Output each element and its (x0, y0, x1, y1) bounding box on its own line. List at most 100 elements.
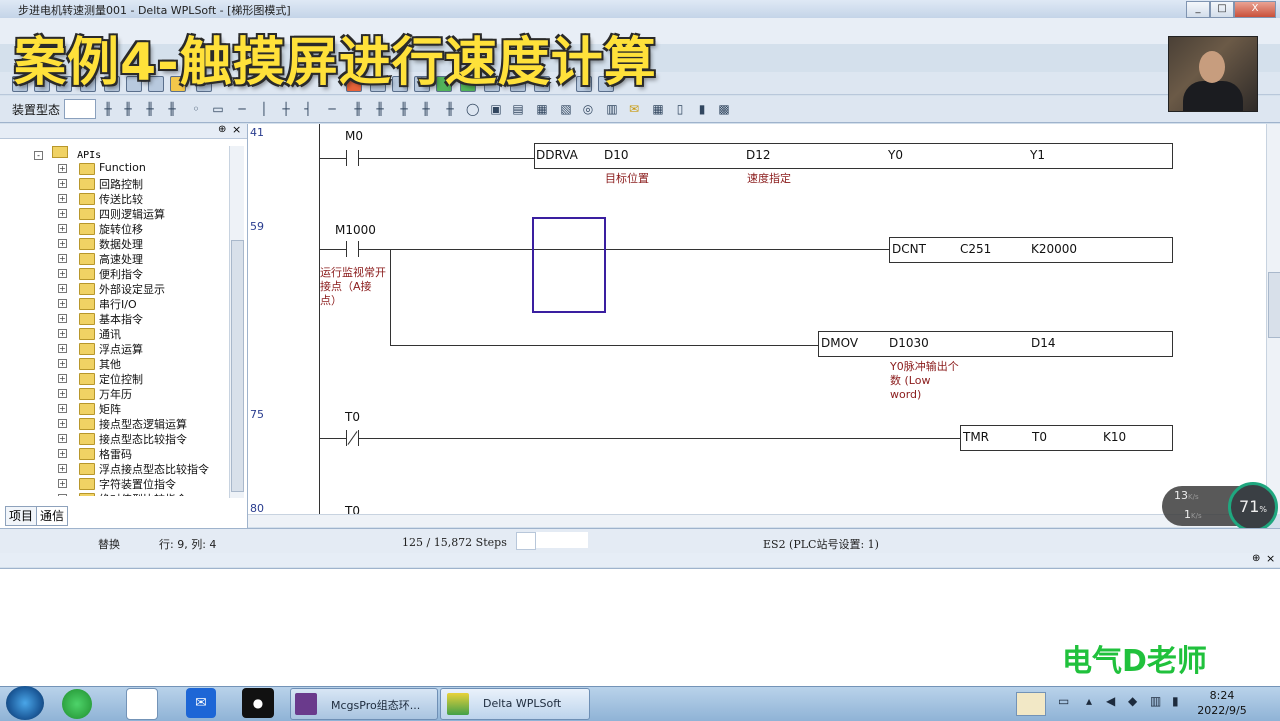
signal-icon[interactable]: ▮ (1172, 694, 1179, 708)
pin-icon[interactable]: ⊕ (1252, 553, 1260, 564)
folder-icon (79, 298, 95, 310)
rung-number: 41 (250, 126, 264, 139)
expand-icon[interactable]: + (58, 389, 67, 398)
invert-icon[interactable]: ┤ (302, 102, 314, 116)
search-device-icon[interactable]: ◎ (582, 102, 594, 116)
page-icon[interactable]: ▯ (674, 102, 686, 116)
contact-ani-icon[interactable]: ╫ (444, 102, 456, 116)
keyboard-icon[interactable]: ▭ (1058, 694, 1069, 708)
tree-scrollbar[interactable] (229, 146, 244, 498)
clock[interactable]: 8:24 2022/9/5 (1196, 688, 1248, 718)
shield-icon[interactable]: ◆ (1128, 694, 1137, 708)
cpu-ring: 71% (1228, 482, 1278, 532)
delete-line-icon[interactable]: ┼ (280, 102, 292, 116)
device-list-icon[interactable]: ▥ (606, 102, 618, 116)
folder-icon (79, 313, 95, 325)
start-button[interactable] (6, 686, 44, 720)
expand-icon[interactable]: + (58, 479, 67, 488)
close-button[interactable]: X (1234, 1, 1276, 18)
expand-icon[interactable]: + (58, 314, 67, 323)
status-indicator (516, 532, 536, 550)
contact-rise-icon[interactable]: ╫ (144, 102, 156, 116)
horizontal-scrollbar[interactable] (248, 514, 1266, 527)
contact-ld-icon[interactable]: ╫ (352, 102, 364, 116)
tree-item-label: 基本指令 (99, 313, 143, 326)
expand-icon[interactable]: + (58, 329, 67, 338)
tray-expand-icon[interactable]: ▴ (1086, 694, 1092, 708)
expand-icon[interactable]: + (58, 194, 67, 203)
panel-close-icon[interactable]: × (232, 123, 241, 136)
vline-icon[interactable]: │ (258, 102, 270, 116)
expand-icon[interactable]: + (58, 344, 67, 353)
table-icon[interactable]: ▤ (512, 102, 524, 116)
coil-icon[interactable]: ◦ (190, 102, 202, 116)
instruction-box[interactable] (818, 331, 1173, 357)
contact-or-icon[interactable]: ╫ (420, 102, 432, 116)
expand-icon[interactable]: + (58, 464, 67, 473)
expand-icon[interactable]: + (58, 209, 67, 218)
hline2-icon[interactable]: ─ (326, 102, 338, 116)
layout-icon[interactable]: ▩ (718, 102, 730, 116)
mail-icon[interactable]: ✉ (628, 102, 640, 116)
tree-item-label: 矩阵 (99, 403, 121, 416)
instruction-name: TMR (963, 430, 990, 444)
tree-item-label: 绝对值型比较指令 (99, 491, 187, 496)
ladder-editor[interactable]: 41 M0 DDRVA D10 D12 Y0 Y1 目标位置 速度指定 59 M… (248, 124, 1266, 518)
expand-icon[interactable]: + (58, 359, 67, 368)
vertical-scrollbar[interactable] (1266, 124, 1280, 514)
device-type-select[interactable] (64, 99, 96, 119)
volume-icon[interactable]: ◀ (1106, 694, 1115, 708)
network-icon[interactable]: ▥ (1150, 694, 1161, 708)
contact-comment: 运行监视常开接点（A接点） (320, 266, 386, 307)
instruction-box[interactable] (534, 143, 1173, 169)
folder-icon (79, 223, 95, 235)
tutorial-banner: 案例4-触摸屏进行速度计算 (14, 33, 657, 93)
folder-icon (79, 358, 95, 370)
graph-icon[interactable]: ▦ (536, 102, 548, 116)
tab-comm[interactable]: 通信 (36, 506, 69, 526)
expand-icon[interactable]: + (58, 299, 67, 308)
recorder-app-icon[interactable]: ● (242, 688, 274, 718)
contact-and-icon[interactable]: ╫ (398, 102, 410, 116)
minimize-button[interactable]: _ (1186, 1, 1210, 18)
cursor-selection[interactable] (532, 217, 606, 313)
instruction-icon[interactable]: ▭ (212, 102, 224, 116)
expand-icon[interactable]: + (58, 239, 67, 248)
taskbar-mcgs[interactable]: McgsPro组态环... (290, 688, 438, 720)
apply-icon[interactable]: ▣ (490, 102, 502, 116)
instruction-box[interactable] (960, 425, 1173, 451)
device-type-label: 装置型态 (12, 103, 61, 117)
tree-item-label: 通讯 (99, 328, 121, 341)
taskbar-wplsoft[interactable]: Delta WPLSoft (440, 688, 590, 720)
tab-project[interactable]: 项目 (5, 506, 38, 526)
expand-icon[interactable]: + (58, 164, 67, 173)
browser-app-icon[interactable] (62, 689, 92, 719)
expand-icon[interactable]: + (58, 254, 67, 263)
output-close-icon[interactable]: × (1266, 552, 1275, 565)
expand-icon[interactable]: + (58, 224, 67, 233)
expand-icon[interactable]: + (58, 404, 67, 413)
instruction-name: DCNT (892, 242, 926, 256)
contact-ldi-icon[interactable]: ╫ (374, 102, 386, 116)
status-bar: 替换 行: 9, 列: 4 125 / 15,872 Steps ES2 (PL… (0, 528, 1280, 554)
notes-tray-icon[interactable] (1016, 692, 1046, 716)
expand-icon[interactable]: + (58, 419, 67, 428)
window-icon[interactable]: ▮ (696, 102, 708, 116)
expand-icon[interactable]: + (58, 269, 67, 278)
expand-icon[interactable]: + (58, 374, 67, 383)
cloud-app-icon[interactable] (126, 688, 158, 720)
hline-icon[interactable]: ─ (236, 102, 248, 116)
expand-icon[interactable]: + (58, 449, 67, 458)
coil-out-icon[interactable]: ◯ (466, 102, 479, 116)
ruler-icon[interactable]: ▦ (652, 102, 664, 116)
chat-app-icon[interactable]: ✉ (186, 688, 216, 718)
contact-no-icon[interactable]: ╫ (102, 102, 114, 116)
contact-fall-icon[interactable]: ╫ (166, 102, 178, 116)
expand-icon[interactable]: + (58, 284, 67, 293)
expand-icon[interactable]: + (58, 434, 67, 443)
maximize-button[interactable]: □ (1210, 1, 1234, 18)
expand-icon[interactable]: + (58, 179, 67, 188)
contact-nc-icon[interactable]: ╫ (122, 102, 134, 116)
comment-icon[interactable]: ▧ (560, 102, 572, 116)
expand-icon[interactable]: + (58, 494, 67, 496)
